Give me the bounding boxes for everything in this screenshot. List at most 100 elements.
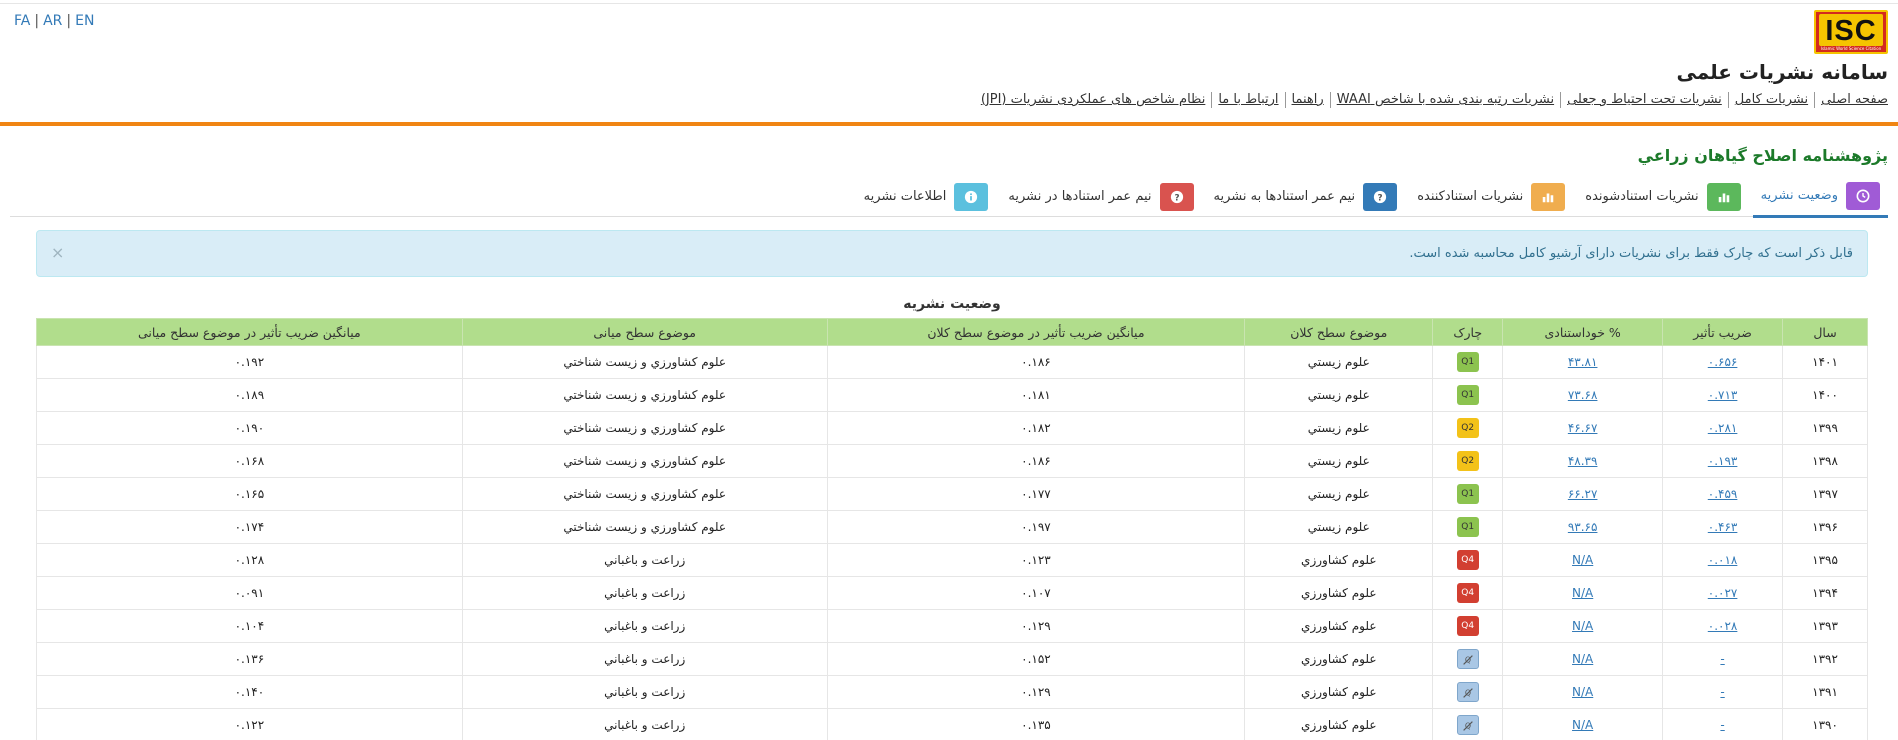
- lang-ar-link[interactable]: AR: [43, 13, 62, 29]
- cell-impact-factor-link[interactable]: ۰.۱۹۳: [1708, 454, 1738, 468]
- tab-5[interactable]: اطلاعات نشريه: [856, 176, 997, 217]
- cell-self-citation-link[interactable]: N/A: [1572, 586, 1593, 600]
- cell-macro-subject: علوم كشاورزي: [1244, 543, 1434, 577]
- nav-item-jpi[interactable]: نظام شاخص های عملکردی نشريات (JPI): [975, 92, 1212, 108]
- cell-macro-subject: علوم كشاورزي: [1244, 576, 1434, 610]
- cell-quartile: Q4: [1432, 576, 1504, 610]
- cell-impact-factor-link[interactable]: ۰.۰۲۸: [1708, 619, 1738, 633]
- table-row: ۱۴۰۱ ۰.۶۵۶ ۴۳.۸۱ Q1 علوم زيستي ۰.۱۸۶ علوم كشاو…: [36, 345, 1868, 379]
- cell-self-citation: ۴۶.۶۷: [1502, 411, 1664, 445]
- cell-mid-subject: زراعت و باغباني: [461, 543, 828, 577]
- nav-item-help[interactable]: راهنما: [1284, 92, 1330, 108]
- top-border: [0, 3, 1898, 4]
- column-header[interactable]: سال: [1782, 318, 1868, 346]
- cell-impact-factor: ۰.۰۲۷: [1662, 576, 1784, 610]
- tab-2[interactable]: نشريات استنادكننده: [1409, 176, 1573, 217]
- cell-impact-factor-link[interactable]: ۰.۷۱۳: [1708, 388, 1738, 402]
- column-header[interactable]: ضريب تأثير: [1662, 318, 1784, 346]
- cell-macro-subject: علوم زيستي: [1244, 510, 1434, 544]
- quartile-badge: Q4: [1456, 583, 1479, 603]
- column-header[interactable]: موضوع سطح کلان: [1244, 318, 1434, 346]
- cell-mid-subject: علوم كشاورزي و زيست شناختي: [461, 345, 828, 379]
- cell-mid-subject: علوم كشاورزي و زيست شناختي: [461, 510, 828, 544]
- tab-1[interactable]: نشريات استنادشونده: [1577, 176, 1748, 217]
- nav-item-waai-ranked[interactable]: نشريات رتبه بندی شده با شاخص WAAI: [1329, 92, 1560, 108]
- cell-self-citation: N/A: [1502, 708, 1664, 740]
- cell-impact-factor: -: [1662, 642, 1784, 676]
- nav-item-caution-journals[interactable]: نشريات تحت احتياط و جعلی: [1560, 92, 1728, 108]
- cell-year: ۱۳۹۴: [1782, 576, 1868, 610]
- table-row: ۱۳۹۱ - N/A Q علوم كشاورزي ۰.۱۲۹ زراعت و باغبان…: [36, 675, 1868, 709]
- cell-macro-avg: ۰.۱۸۲: [826, 411, 1246, 445]
- cell-macro-subject: علوم كشاورزي: [1244, 609, 1434, 643]
- tab-4[interactable]: ? نيم عمر استنادها در نشريه: [1000, 176, 1201, 217]
- isc-logo[interactable]: ISC Islamic World Science Citation Cente…: [1814, 10, 1888, 54]
- cell-impact-factor-link[interactable]: -: [1720, 718, 1724, 732]
- cell-self-citation-link[interactable]: ۶۶.۲۷: [1568, 487, 1598, 501]
- cell-self-citation-link[interactable]: N/A: [1572, 619, 1593, 633]
- column-header[interactable]: چارک: [1432, 318, 1504, 346]
- cell-mid-avg: ۰.۱۳۶: [36, 642, 463, 676]
- cell-self-citation: ۹۳.۶۵: [1502, 510, 1664, 544]
- cell-mid-subject: زراعت و باغباني: [461, 576, 828, 610]
- column-header[interactable]: موضوع سطح ميانی: [461, 318, 828, 346]
- cell-impact-factor-link[interactable]: -: [1720, 652, 1724, 666]
- nav-item-home[interactable]: صفحه اصلی: [1814, 92, 1888, 108]
- cell-macro-avg: ۰.۱۸۱: [826, 378, 1246, 412]
- table-row: ۱۳۹۶ ۰.۴۶۳ ۹۳.۶۵ Q1 علوم زيستي ۰.۱۹۷ علوم كشاو…: [36, 510, 1868, 544]
- cell-self-citation-link[interactable]: N/A: [1572, 652, 1593, 666]
- nav-item-contact[interactable]: ارتباط با ما: [1211, 92, 1284, 108]
- cell-year: ۱۳۹۲: [1782, 642, 1868, 676]
- language-switcher: FA | AR | EN: [14, 13, 95, 29]
- tab-0[interactable]: وضعيت نشريه: [1752, 176, 1888, 218]
- cell-self-citation-link[interactable]: N/A: [1572, 685, 1593, 699]
- cell-impact-factor: ۰.۴۶۳: [1662, 510, 1784, 544]
- cell-self-citation: ۴۳.۸۱: [1502, 345, 1664, 379]
- cell-impact-factor-link[interactable]: ۰.۰۲۷: [1708, 586, 1738, 600]
- no-quartile-icon: Q: [1456, 649, 1479, 669]
- logo-text: ISC: [1819, 14, 1883, 47]
- cell-impact-factor-link[interactable]: ۰.۲۸۱: [1708, 421, 1738, 435]
- cell-year: ۱۳۹۹: [1782, 411, 1868, 445]
- cell-impact-factor-link[interactable]: ۰.۴۵۹: [1708, 487, 1738, 501]
- cell-impact-factor: ۰.۶۵۶: [1662, 345, 1784, 379]
- cell-mid-subject: زراعت و باغباني: [461, 609, 828, 643]
- cell-self-citation-link[interactable]: ۴۶.۶۷: [1568, 421, 1598, 435]
- cell-self-citation-link[interactable]: ۹۳.۶۵: [1568, 520, 1598, 534]
- cell-macro-avg: ۰.۱۳۵: [826, 708, 1246, 740]
- lang-en-link[interactable]: EN: [75, 13, 94, 29]
- cell-self-citation-link[interactable]: ۷۳.۶۸: [1568, 388, 1598, 402]
- tab-label: نشريات استنادكننده: [1417, 189, 1524, 204]
- site-title: سامانه نشريات علمی: [1676, 60, 1888, 84]
- cell-year: ۱۳۹۱: [1782, 675, 1868, 709]
- cell-macro-subject: علوم زيستي: [1244, 378, 1434, 412]
- cell-self-citation: ۴۸.۳۹: [1502, 444, 1664, 478]
- svg-text:Q: Q: [1465, 689, 1471, 698]
- column-header[interactable]: ميانگين ضريب تأثير در موضوع سطح ميانی: [36, 318, 463, 346]
- cell-mid-avg: ۰.۱۰۴: [36, 609, 463, 643]
- cell-impact-factor-link[interactable]: ۰.۶۵۶: [1708, 355, 1738, 369]
- close-icon[interactable]: ×: [51, 243, 64, 262]
- table-row: ۱۳۹۳ ۰.۰۲۸ N/A Q4 علوم كشاورزي ۰.۱۲۹ زراعت و ب…: [36, 609, 1868, 643]
- cell-macro-subject: علوم زيستي: [1244, 477, 1434, 511]
- cell-year: ۱۴۰۰: [1782, 378, 1868, 412]
- table-row: ۱۳۹۵ ۰.۰۱۸ N/A Q4 علوم كشاورزي ۰.۱۲۳ زراعت و ب…: [36, 543, 1868, 577]
- cell-self-citation-link[interactable]: N/A: [1572, 718, 1593, 732]
- lang-fa-link[interactable]: FA: [14, 13, 30, 29]
- cell-impact-factor: -: [1662, 708, 1784, 740]
- cell-quartile: Q4: [1432, 543, 1504, 577]
- cell-mid-avg: ۰.۱۹۰: [36, 411, 463, 445]
- tab-3[interactable]: ? نيم عمر استنادها به نشريه: [1206, 176, 1406, 217]
- cell-impact-factor-link[interactable]: -: [1720, 685, 1724, 699]
- cell-self-citation-link[interactable]: N/A: [1572, 553, 1593, 567]
- cell-impact-factor-link[interactable]: ۰.۴۶۳: [1708, 520, 1738, 534]
- table-row: ۱۳۹۲ - N/A Q علوم كشاورزي ۰.۱۵۲ زراعت و باغبان…: [36, 642, 1868, 676]
- column-header[interactable]: ميانگين ضريب تأثير در موضوع سطح کلان: [826, 318, 1246, 346]
- nav-item-full-journals[interactable]: نشريات کامل: [1727, 92, 1814, 108]
- cell-self-citation-link[interactable]: ۴۳.۸۱: [1568, 355, 1598, 369]
- column-header[interactable]: % خوداستنادی: [1502, 318, 1664, 346]
- cell-year: ۱۳۹۶: [1782, 510, 1868, 544]
- cell-self-citation-link[interactable]: ۴۸.۳۹: [1568, 454, 1598, 468]
- cell-impact-factor-link[interactable]: ۰.۰۱۸: [1708, 553, 1738, 567]
- cell-self-citation: ۷۳.۶۸: [1502, 378, 1664, 412]
